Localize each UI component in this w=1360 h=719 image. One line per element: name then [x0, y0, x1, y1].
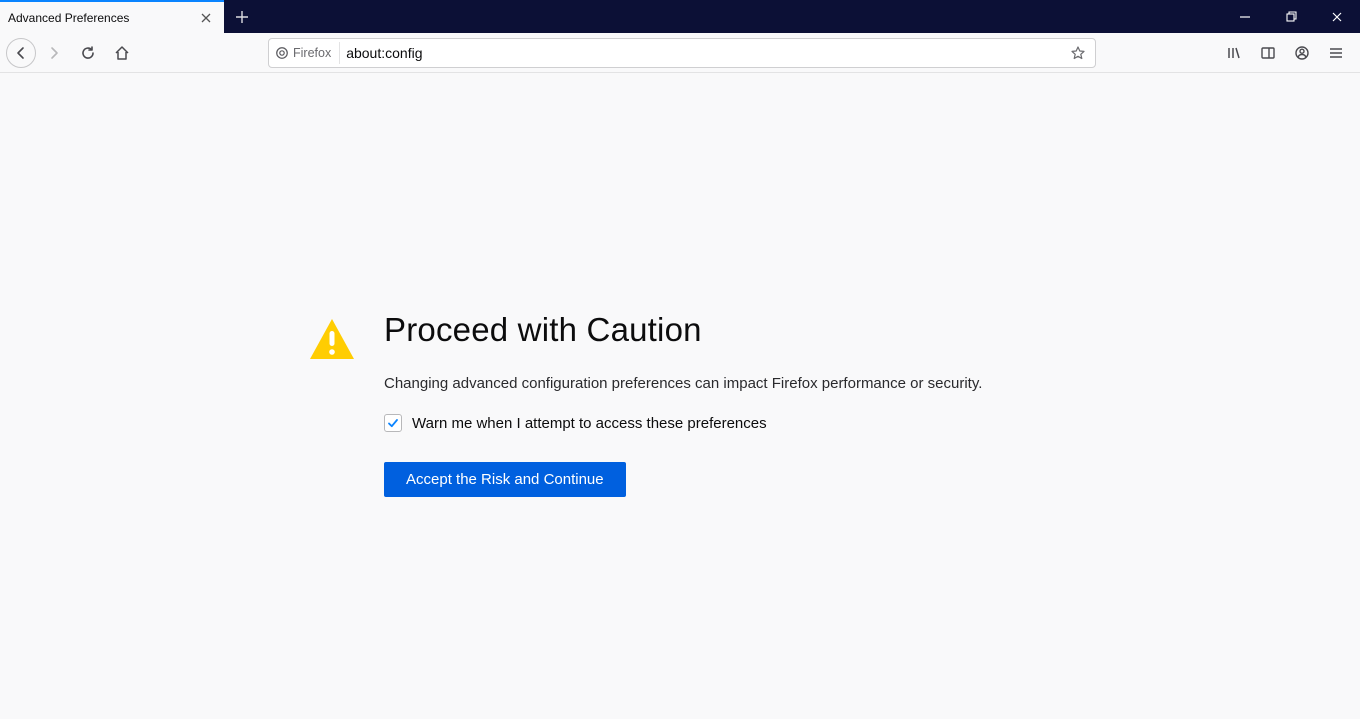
- warning-checkbox[interactable]: [384, 414, 402, 432]
- page-content: Proceed with Caution Changing advanced c…: [0, 73, 1360, 719]
- warning-title: Proceed with Caution: [384, 311, 1052, 349]
- toolbar-right: [1218, 37, 1352, 69]
- warning-container: Proceed with Caution Changing advanced c…: [308, 311, 1052, 497]
- browser-tab[interactable]: Advanced Preferences: [0, 0, 224, 33]
- reload-button[interactable]: [72, 37, 104, 69]
- window-minimize-button[interactable]: [1222, 0, 1268, 33]
- url-text: about:config: [346, 45, 1061, 61]
- new-tab-button[interactable]: [224, 0, 260, 33]
- window-controls: [1222, 0, 1360, 33]
- home-button[interactable]: [106, 37, 138, 69]
- titlebar: Advanced Preferences: [0, 0, 1360, 33]
- identity-label: Firefox: [293, 46, 331, 60]
- close-tab-button[interactable]: [196, 8, 216, 28]
- app-menu-button[interactable]: [1320, 37, 1352, 69]
- firefox-icon: [275, 46, 289, 60]
- nav-toolbar: Firefox about:config: [0, 33, 1360, 73]
- warning-body: Proceed with Caution Changing advanced c…: [384, 311, 1052, 497]
- accept-risk-button[interactable]: Accept the Risk and Continue: [384, 462, 626, 497]
- identity-box[interactable]: Firefox: [275, 42, 340, 64]
- forward-button[interactable]: [38, 37, 70, 69]
- warning-description: Changing advanced configuration preferen…: [384, 375, 1052, 392]
- window-maximize-button[interactable]: [1268, 0, 1314, 33]
- bookmark-star-button[interactable]: [1067, 45, 1089, 61]
- account-button[interactable]: [1286, 37, 1318, 69]
- warning-checkbox-label: Warn me when I attempt to access these p…: [412, 415, 767, 432]
- warning-checkbox-row[interactable]: Warn me when I attempt to access these p…: [384, 414, 1052, 432]
- url-bar[interactable]: Firefox about:config: [268, 38, 1096, 68]
- tab-title: Advanced Preferences: [8, 11, 196, 25]
- back-button[interactable]: [6, 38, 36, 68]
- sidebar-button[interactable]: [1252, 37, 1284, 69]
- window-close-button[interactable]: [1314, 0, 1360, 33]
- warning-icon: [308, 315, 356, 363]
- library-button[interactable]: [1218, 37, 1250, 69]
